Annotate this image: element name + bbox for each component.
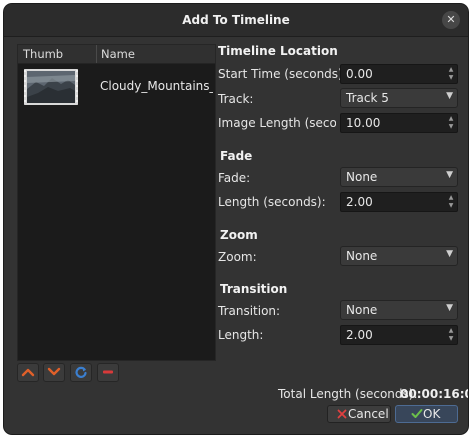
column-header-name[interactable]: Name: [101, 47, 135, 61]
transition-select[interactable]: None ▼: [340, 300, 458, 320]
track-label: Track:: [218, 92, 254, 106]
spin-arrows-icon[interactable]: ▲ ▼: [446, 194, 456, 210]
spin-arrows-icon[interactable]: ▲ ▼: [446, 66, 456, 82]
start-time-label: Start Time (seconds):: [218, 67, 347, 81]
list-item-name: Cloudy_Mountains_...: [100, 79, 213, 93]
move-up-icon: [21, 368, 35, 377]
ok-button[interactable]: OK: [395, 405, 458, 423]
fade-length-value: 2.00: [346, 195, 373, 209]
zoom-select[interactable]: None ▼: [340, 246, 458, 266]
cancel-icon: [337, 409, 347, 419]
chevron-down-icon: ▼: [446, 303, 453, 313]
chevron-down-icon: ▼: [446, 170, 453, 180]
total-length-value: 00:00:16:08: [400, 387, 468, 401]
add-to-timeline-dialog: Add To Timeline ✕ Thumb Name Cloudy_Moun…: [4, 4, 468, 434]
close-button[interactable]: ✕: [442, 11, 460, 29]
transition-value: None: [346, 303, 378, 317]
cancel-button[interactable]: Cancel: [327, 405, 391, 423]
fade-label: Fade:: [218, 171, 251, 185]
image-length-label: Image Length (seconds): [218, 116, 336, 130]
image-length-value: 10.00: [346, 116, 381, 130]
track-value: Track 5: [346, 91, 389, 105]
title-bar: Add To Timeline ✕: [4, 4, 468, 37]
remove-button[interactable]: [97, 363, 119, 382]
track-select[interactable]: Track 5 ▼: [340, 88, 458, 108]
transition-label: Transition:: [218, 304, 281, 318]
start-time-value: 0.00: [346, 67, 373, 81]
section-title-transition: Transition: [220, 282, 288, 296]
remove-icon: [103, 370, 113, 374]
section-title-timeline-location: Timeline Location: [218, 44, 338, 58]
spin-arrows-icon[interactable]: ▲ ▼: [446, 115, 456, 131]
chevron-down-icon: ▼: [446, 91, 453, 101]
move-down-icon: [47, 367, 61, 376]
section-title-fade: Fade: [220, 149, 253, 163]
check-icon: [411, 409, 423, 418]
column-header-thumb[interactable]: Thumb: [23, 47, 63, 61]
fade-length-spinbox[interactable]: 2.00 ▲ ▼: [340, 192, 458, 212]
total-length-label: Total Length (seconds):: [278, 387, 418, 401]
move-down-button[interactable]: [43, 363, 65, 382]
list-header: Thumb Name: [18, 45, 215, 64]
transition-length-label: Length:: [218, 328, 264, 342]
start-time-spinbox[interactable]: 0.00 ▲ ▼: [340, 64, 458, 84]
image-length-spinbox[interactable]: 10.00 ▲ ▼: [340, 113, 458, 133]
list-item[interactable]: Cloudy_Mountains_...: [18, 64, 215, 110]
section-title-zoom: Zoom: [220, 228, 258, 242]
file-list[interactable]: Thumb Name Cloudy_Mountains: [17, 44, 216, 361]
zoom-label: Zoom:: [218, 250, 257, 264]
transition-length-value: 2.00: [346, 328, 373, 342]
shuffle-icon: [75, 366, 87, 378]
dialog-title: Add To Timeline: [182, 13, 290, 27]
fade-length-label: Length (seconds):: [218, 195, 326, 209]
cancel-label: Cancel: [348, 407, 389, 421]
thumbnail-image: [24, 69, 78, 105]
move-up-button[interactable]: [17, 363, 39, 382]
close-icon: ✕: [446, 13, 456, 26]
transition-length-spinbox[interactable]: 2.00 ▲ ▼: [340, 325, 458, 345]
shuffle-button[interactable]: [70, 363, 92, 382]
fade-value: None: [346, 170, 378, 184]
chevron-down-icon: ▼: [446, 249, 453, 259]
fade-select[interactable]: None ▼: [340, 167, 458, 187]
zoom-value: None: [346, 249, 378, 263]
ok-label: OK: [423, 407, 441, 421]
spin-arrows-icon[interactable]: ▲ ▼: [446, 327, 456, 343]
